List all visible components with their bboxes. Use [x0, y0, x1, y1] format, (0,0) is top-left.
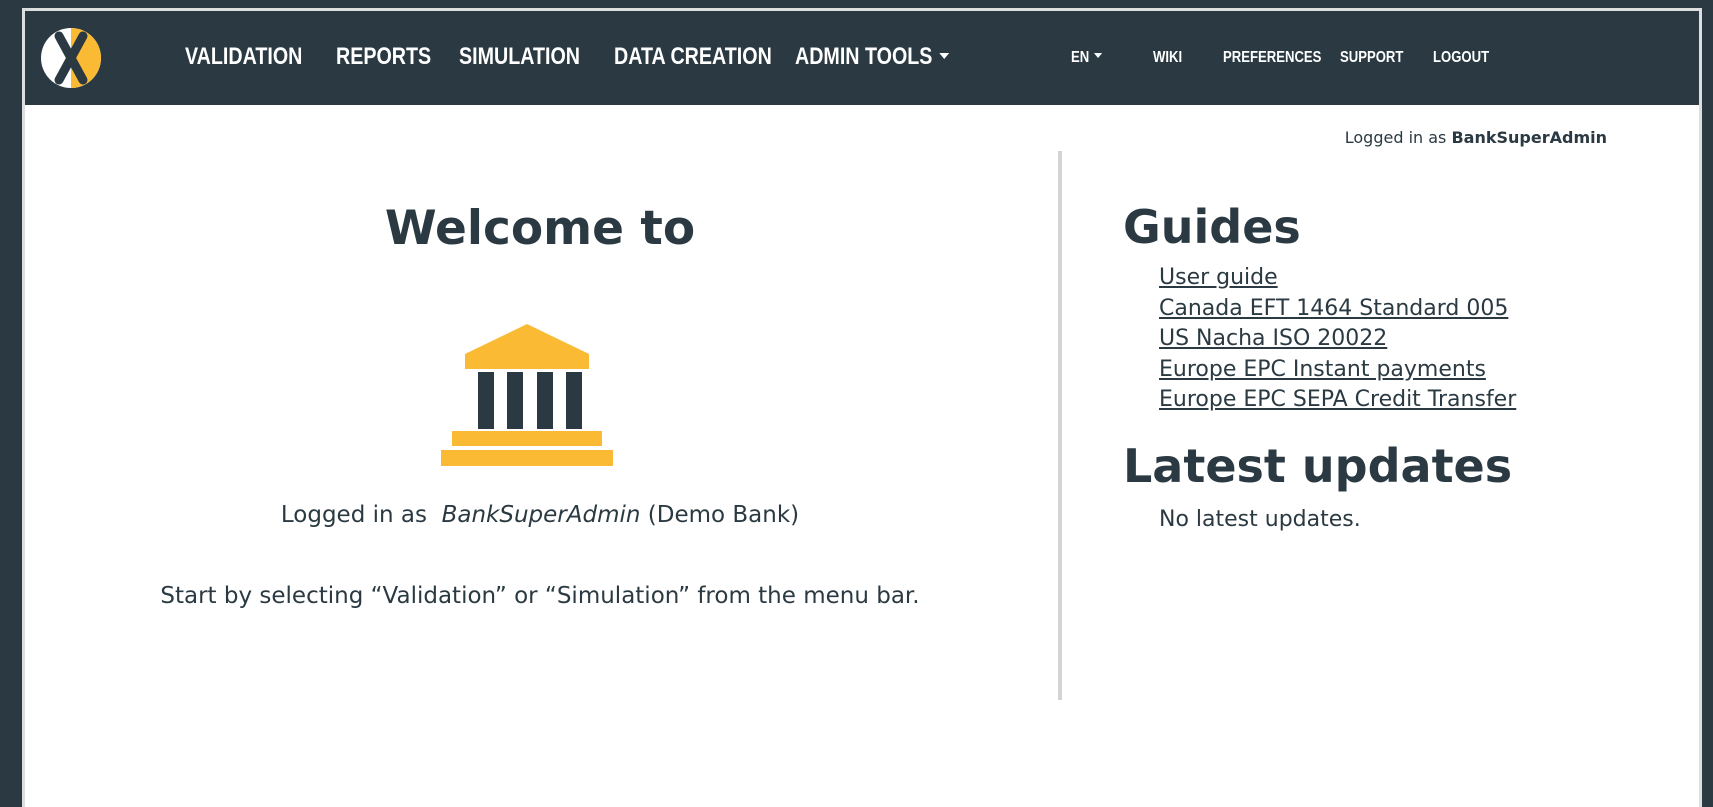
welcome-login-info: Logged in as BankSuperAdmin (Demo Bank): [25, 502, 1055, 528]
guide-link-us-nacha[interactable]: US Nacha ISO 20022: [1159, 326, 1387, 351]
list-item: Europe EPC SEPA Credit Transfer: [1159, 387, 1516, 418]
app-window: VALIDATION REPORTS SIMULATION DATA CREAT…: [22, 8, 1702, 807]
column-divider: [1058, 151, 1062, 700]
nav-validation[interactable]: VALIDATION: [185, 43, 302, 71]
language-label: EN: [1071, 49, 1090, 66]
guides-title: Guides: [1123, 200, 1301, 254]
guide-link-europe-epc-sepa[interactable]: Europe EPC SEPA Credit Transfer: [1159, 387, 1516, 412]
nav-simulation[interactable]: SIMULATION: [459, 43, 580, 71]
guide-link-canada-eft[interactable]: Canada EFT 1464 Standard 005: [1159, 296, 1508, 321]
app-logo[interactable]: [39, 26, 103, 90]
latest-updates-title: Latest updates: [1123, 439, 1513, 493]
welcome-panel: Welcome to Logged in as BankSuperAdmin (…: [25, 105, 1055, 807]
welcome-username: BankSuperAdmin: [441, 502, 641, 528]
nav-wiki[interactable]: WIKI: [1153, 49, 1182, 67]
nav-admin-tools-label: ADMIN TOOLS: [795, 43, 933, 70]
bank-icon: [441, 324, 613, 466]
start-hint: Start by selecting “Validation” or “Simu…: [160, 583, 920, 609]
guides-list: User guide Canada EFT 1464 Standard 005 …: [1159, 265, 1516, 418]
list-item: Europe EPC Instant payments: [1159, 357, 1516, 388]
nav-data-creation[interactable]: DATA CREATION: [614, 43, 772, 71]
latest-updates-empty: No latest updates.: [1159, 507, 1361, 532]
list-item: Canada EFT 1464 Standard 005: [1159, 296, 1516, 327]
list-item: US Nacha ISO 20022: [1159, 326, 1516, 357]
top-navbar: VALIDATION REPORTS SIMULATION DATA CREAT…: [25, 11, 1699, 105]
chevron-down-icon: [1094, 53, 1103, 59]
nav-logout[interactable]: LOGOUT: [1433, 49, 1489, 67]
language-selector[interactable]: EN: [1071, 49, 1103, 67]
chevron-down-icon: [938, 52, 949, 59]
nav-reports[interactable]: REPORTS: [336, 43, 431, 71]
login-username: BankSuperAdmin: [1451, 128, 1607, 147]
guide-link-user-guide[interactable]: User guide: [1159, 265, 1278, 290]
nav-admin-tools[interactable]: ADMIN TOOLS: [795, 43, 949, 71]
welcome-title: Welcome to: [384, 201, 696, 256]
login-prefix: Logged in as: [1344, 128, 1447, 147]
list-item: User guide: [1159, 265, 1516, 296]
guide-link-europe-epc-instant[interactable]: Europe EPC Instant payments: [1159, 357, 1486, 382]
nav-support[interactable]: SUPPORT: [1340, 49, 1403, 67]
welcome-organization: (Demo Bank): [647, 502, 800, 528]
welcome-login-prefix: Logged in as: [280, 502, 427, 528]
nav-preferences[interactable]: PREFERENCES: [1223, 49, 1321, 67]
header-login-status: Logged in as BankSuperAdmin: [1345, 128, 1607, 147]
